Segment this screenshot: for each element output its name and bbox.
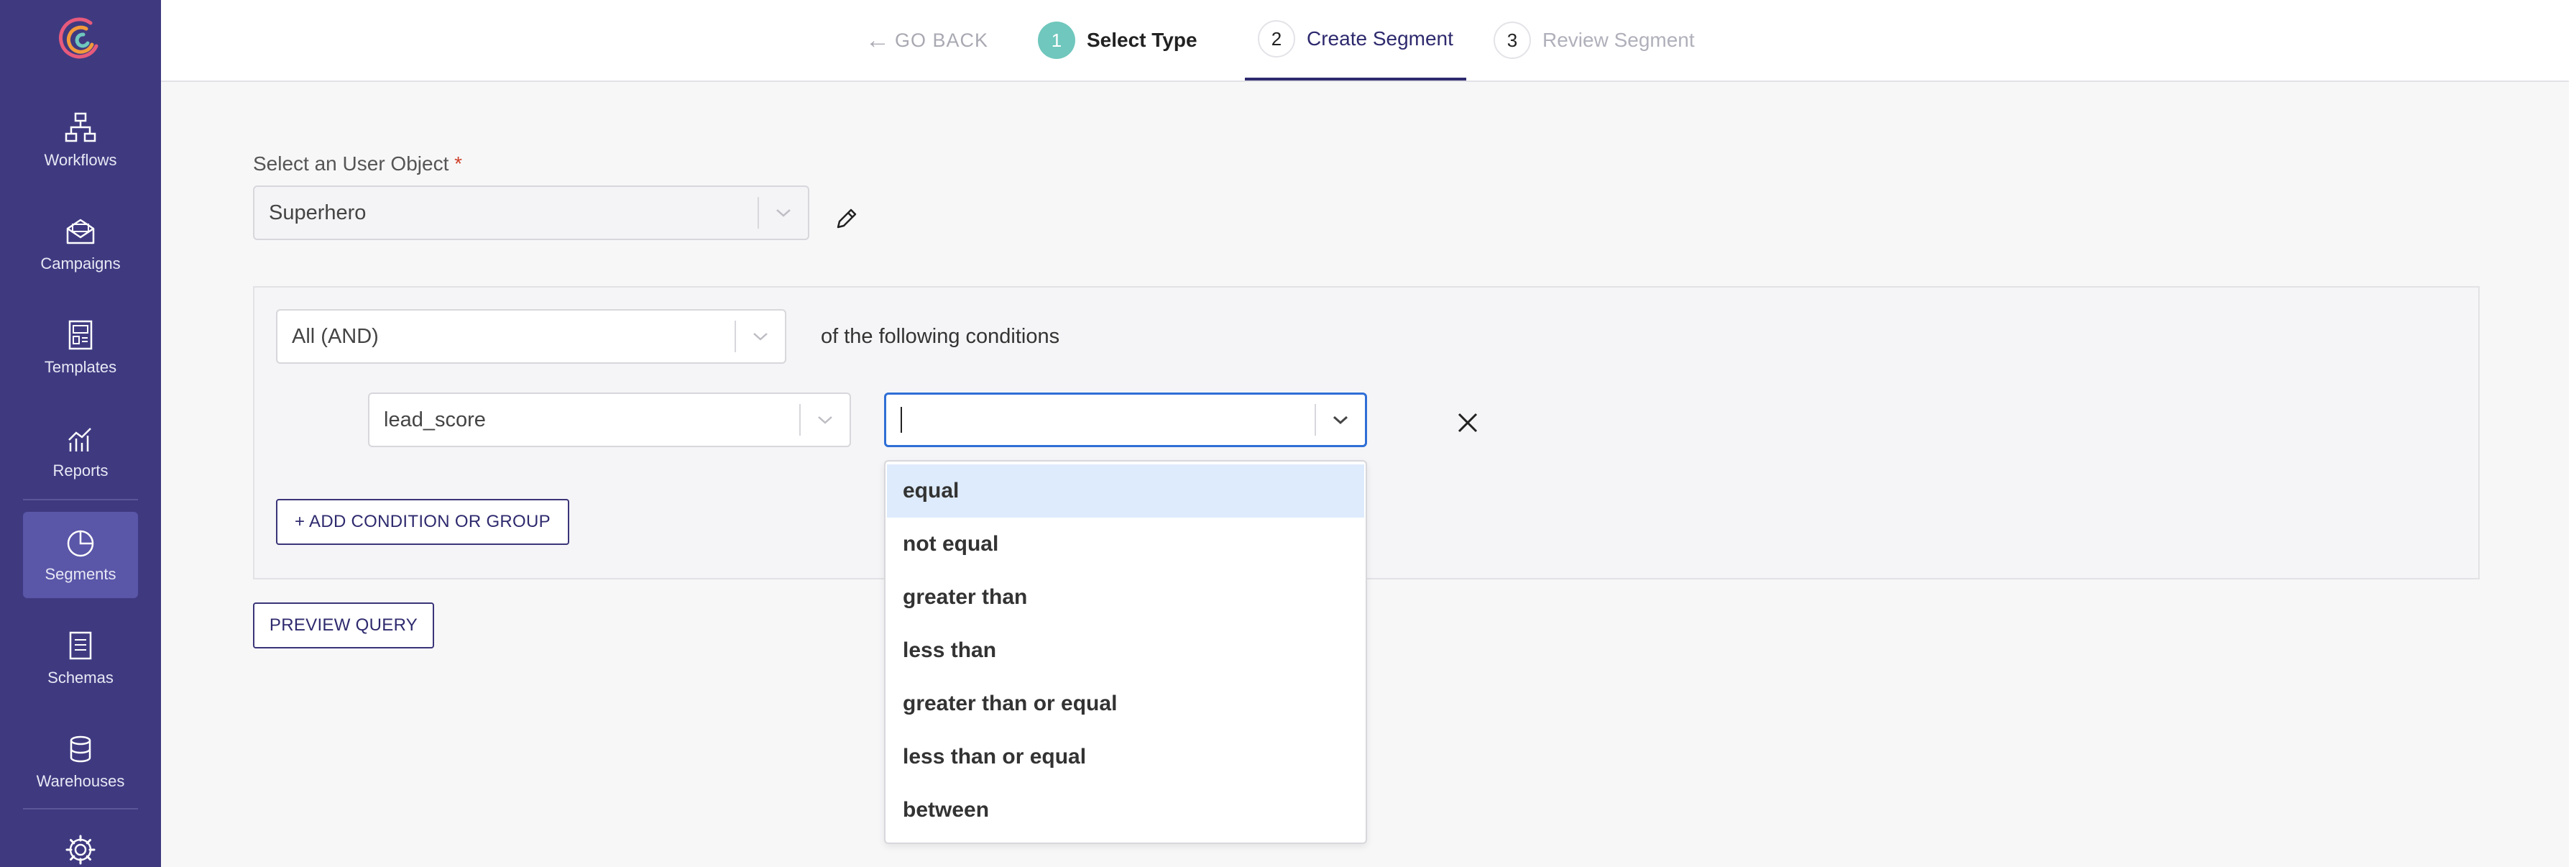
user-object-select[interactable]: Superhero — [253, 185, 809, 240]
chevron-down-icon[interactable] — [736, 331, 785, 342]
option-less-than-or-equal[interactable]: less than or equal — [887, 730, 1364, 784]
sidebar: Workflows Campaigns Templates Reports Se… — [0, 0, 161, 867]
sidebar-item-segments[interactable]: Segments — [23, 512, 138, 598]
match-type-select[interactable]: All (AND) — [276, 309, 786, 364]
template-icon — [68, 320, 93, 350]
required-mark: * — [454, 152, 463, 175]
sidebar-item-templates[interactable]: Templates — [23, 305, 138, 391]
step-number: 3 — [1494, 22, 1531, 59]
pie-chart-icon — [67, 530, 94, 557]
option-equal[interactable]: equal — [887, 464, 1364, 518]
sidebar-item-schemas[interactable]: Schemas — [23, 615, 138, 702]
step-number: 1 — [1038, 22, 1075, 59]
operator-select[interactable] — [884, 393, 1367, 447]
sidebar-item-label: Warehouses — [36, 772, 125, 790]
step-select-type[interactable]: 1 Select Type — [1038, 0, 1197, 81]
option-between[interactable]: between — [887, 784, 1364, 837]
document-icon — [69, 631, 92, 660]
step-label: Review Segment — [1542, 29, 1695, 51]
sidebar-item-warehouses[interactable]: Warehouses — [23, 719, 138, 805]
operator-input[interactable] — [886, 407, 1315, 433]
stepper-bar: ← GO BACK 1 Select Type 2 Create Segment… — [161, 0, 2576, 82]
text-cursor — [901, 407, 902, 433]
step-number: 2 — [1258, 20, 1295, 58]
option-not-equal[interactable]: not equal — [887, 518, 1364, 571]
sidebar-divider — [23, 499, 138, 500]
field-value: lead_score — [384, 408, 486, 431]
field-select[interactable]: lead_score — [368, 393, 851, 447]
option-less-than[interactable]: less than — [887, 624, 1364, 677]
gear-icon[interactable] — [63, 832, 98, 867]
chevron-down-icon[interactable] — [801, 414, 850, 426]
chevron-down-icon[interactable] — [759, 207, 808, 219]
go-back-label: GO BACK — [895, 29, 989, 51]
match-type-value: All (AND) — [292, 324, 379, 348]
option-greater-than[interactable]: greater than — [887, 571, 1364, 624]
user-object-label: Select an User Object * — [253, 152, 462, 175]
sidebar-item-workflows[interactable]: Workflows — [23, 98, 138, 184]
database-icon — [70, 735, 91, 763]
chart-icon — [68, 428, 91, 451]
sidebar-item-label: Workflows — [44, 151, 117, 169]
user-object-value: Superhero — [269, 201, 367, 224]
sidebar-item-label: Segments — [45, 565, 116, 583]
sidebar-item-label: Reports — [52, 462, 109, 480]
sidebar-item-label: Campaigns — [40, 254, 121, 272]
user-object-label-text: Select an User Object — [253, 152, 449, 175]
envelope-icon — [66, 219, 95, 244]
workflow-icon — [65, 112, 96, 142]
step-label: Select Type — [1087, 29, 1197, 51]
operator-dropdown-menu: equal not equal greater than less than g… — [884, 460, 1367, 844]
go-back-button[interactable]: ← GO BACK — [865, 0, 988, 81]
window-edge — [2569, 0, 2576, 867]
sidebar-item-campaigns[interactable]: Campaigns — [23, 201, 138, 288]
step-label: Create Segment — [1307, 27, 1453, 50]
add-condition-button[interactable]: + ADD CONDITION OR GROUP — [276, 499, 569, 545]
preview-query-button[interactable]: PREVIEW QUERY — [253, 602, 434, 648]
remove-condition-icon[interactable] — [1456, 411, 1479, 434]
step-review-segment[interactable]: 3 Review Segment — [1494, 0, 1695, 81]
logo-icon[interactable] — [58, 13, 105, 63]
sidebar-item-reports[interactable]: Reports — [23, 408, 138, 495]
sidebar-item-label: Templates — [44, 358, 117, 376]
step-create-segment[interactable]: 2 Create Segment — [1245, 0, 1466, 81]
sidebar-divider — [23, 808, 138, 809]
chevron-down-icon[interactable] — [1316, 414, 1365, 426]
option-greater-than-or-equal[interactable]: greater than or equal — [887, 677, 1364, 730]
conditions-suffix: of the following conditions — [821, 325, 1060, 348]
pencil-icon[interactable] — [834, 206, 860, 231]
arrow-left-icon: ← — [865, 26, 891, 54]
sidebar-item-label: Schemas — [47, 669, 114, 687]
